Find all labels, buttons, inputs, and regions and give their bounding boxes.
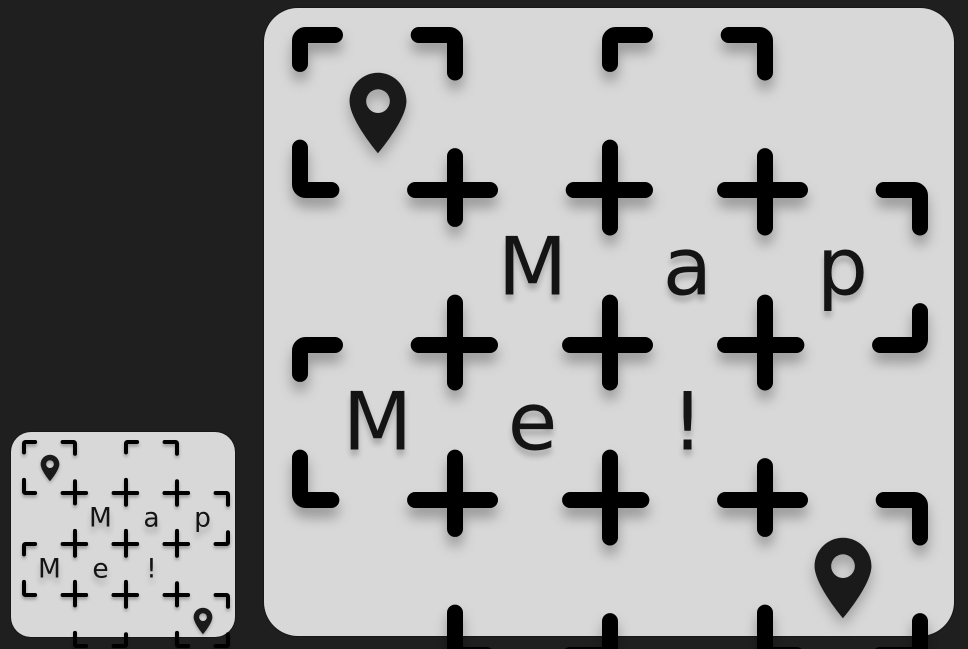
map-pin-icon xyxy=(193,607,212,634)
logo-letter: p xyxy=(194,502,211,534)
logo-card-small: Ma p Me! xyxy=(11,432,235,648)
logo-letter: a xyxy=(143,502,160,534)
map-pin-icon xyxy=(40,454,59,481)
logo-letter: M xyxy=(497,220,568,315)
logo-letter: e xyxy=(507,375,558,470)
logo-letter: M xyxy=(38,553,61,585)
logo-letter: a xyxy=(662,220,713,315)
grid-cell xyxy=(124,440,179,495)
map-pin-icon xyxy=(814,537,871,618)
grid-cell xyxy=(73,593,128,648)
logo-letter: ! xyxy=(671,375,704,470)
map-pin-icon xyxy=(349,72,406,153)
logo-letter: p xyxy=(816,220,869,315)
logo-letter: e xyxy=(92,553,109,585)
logo-letter: M xyxy=(89,502,112,534)
logo-card-large: Ma p Me! xyxy=(264,8,954,649)
grid-cell xyxy=(602,27,773,198)
logo-letter: ! xyxy=(146,553,157,585)
logo-letter: M xyxy=(342,375,413,470)
grid-cell xyxy=(447,492,618,649)
